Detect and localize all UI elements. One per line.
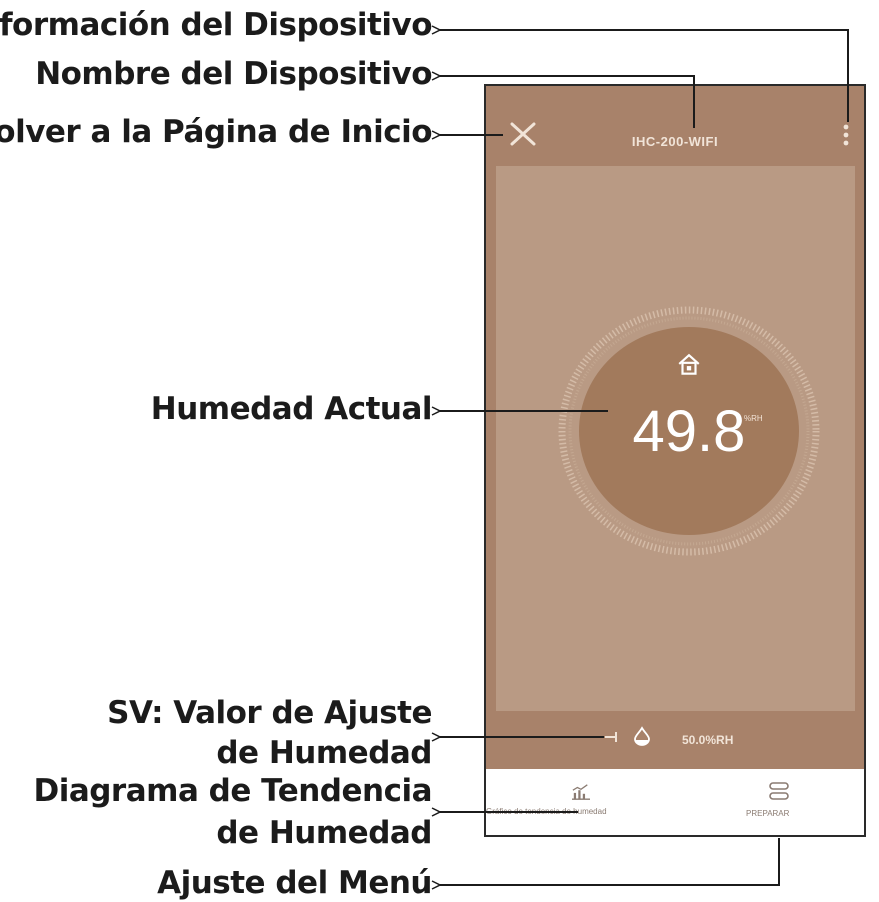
callout-arrows — [0, 0, 849, 901]
arrow-menu — [440, 838, 780, 885]
arrow-device-name — [440, 76, 695, 128]
